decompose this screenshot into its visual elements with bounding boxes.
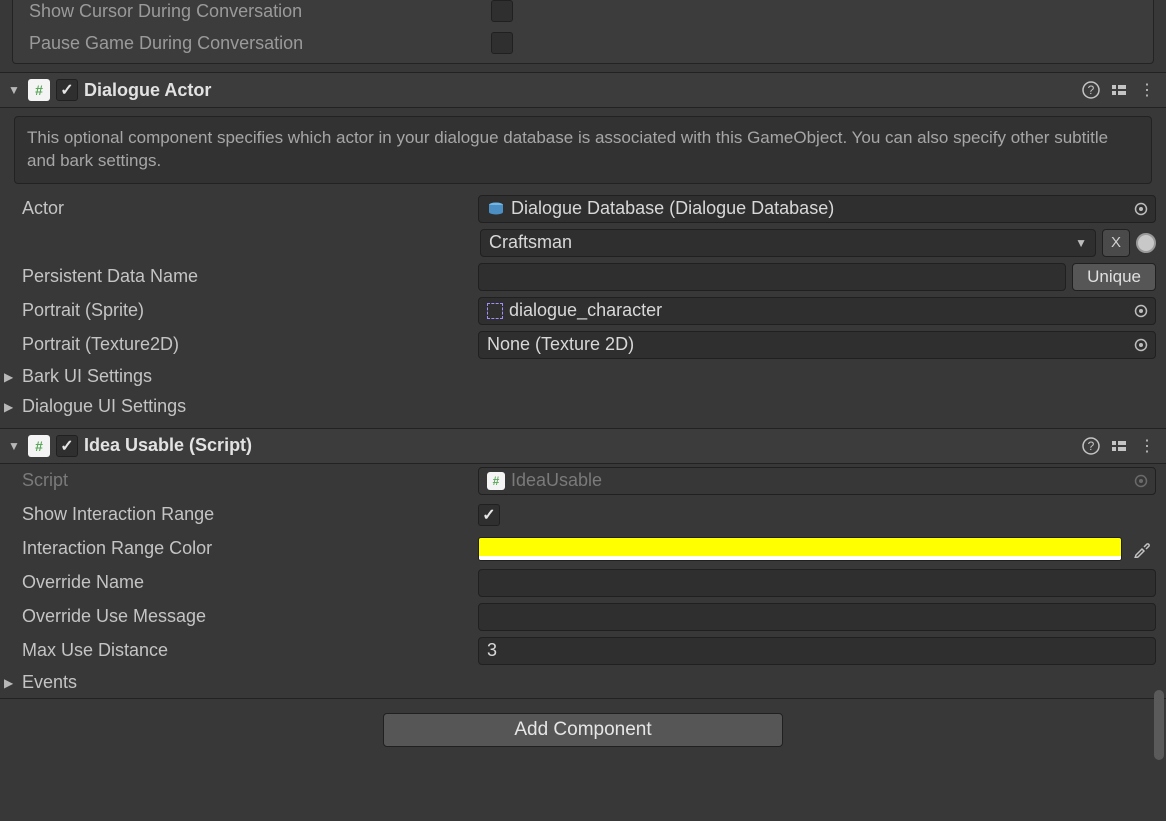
chevron-down-icon: ▼: [1075, 236, 1087, 250]
menu-icon[interactable]: ⋮: [1136, 435, 1158, 457]
dialogue-ui-foldout[interactable]: ▶ Dialogue UI Settings: [0, 392, 1166, 422]
dialogue-actor-title: Dialogue Actor: [84, 80, 1074, 101]
events-foldout[interactable]: ▶ Events: [0, 668, 1166, 698]
actor-dropdown-row: Craftsman ▼ X: [0, 226, 1166, 260]
persistent-input[interactable]: [478, 263, 1066, 291]
foldout-toggle[interactable]: ▼: [8, 439, 22, 453]
show-cursor-checkbox[interactable]: [491, 0, 513, 22]
persistent-input-field[interactable]: [487, 266, 1057, 287]
events-label: Events: [22, 672, 77, 693]
override-name-row: Override Name: [0, 566, 1166, 600]
foldout-toggle[interactable]: ▼: [8, 83, 22, 97]
dialogue-ui-label: Dialogue UI Settings: [22, 396, 186, 417]
actor-database-field[interactable]: Dialogue Database (Dialogue Database): [478, 195, 1156, 223]
actor-row: Actor Dialogue Database (Dialogue Databa…: [0, 192, 1166, 226]
max-use-input[interactable]: [478, 637, 1156, 665]
range-color-label: Interaction Range Color: [10, 538, 478, 559]
persistent-label: Persistent Data Name: [10, 266, 478, 287]
dialogue-actor-header[interactable]: ▼ # Dialogue Actor ? ⋮: [0, 72, 1166, 108]
dialogue-actor-help: This optional component specifies which …: [14, 116, 1152, 184]
add-component-button[interactable]: Add Component: [383, 713, 783, 747]
script-label: Script: [10, 470, 478, 491]
idea-usable-header[interactable]: ▼ # Idea Usable (Script) ? ⋮: [0, 428, 1166, 464]
pause-game-label: Pause Game During Conversation: [21, 33, 491, 54]
svg-text:?: ?: [1088, 83, 1095, 97]
add-component-bar: Add Component: [0, 698, 1166, 767]
max-use-field[interactable]: [487, 640, 1147, 661]
actor-radio-toggle[interactable]: [1136, 233, 1156, 253]
show-range-label: Show Interaction Range: [10, 504, 478, 525]
portrait-texture-field[interactable]: None (Texture 2D): [478, 331, 1156, 359]
max-use-label: Max Use Distance: [10, 640, 478, 661]
idea-usable-title: Idea Usable (Script): [84, 435, 1074, 456]
color-alpha-bar: [479, 556, 1121, 560]
script-icon: #: [28, 435, 50, 457]
actor-label: Actor: [10, 198, 478, 219]
dialogue-actor-enable-checkbox[interactable]: [56, 79, 78, 101]
pause-game-row: Pause Game During Conversation: [13, 27, 1153, 59]
pause-game-checkbox[interactable]: [491, 32, 513, 54]
database-icon: [487, 202, 505, 216]
help-icon[interactable]: ?: [1080, 79, 1102, 101]
show-range-checkbox[interactable]: [478, 504, 500, 526]
sprite-icon: [487, 303, 503, 319]
menu-icon[interactable]: ⋮: [1136, 79, 1158, 101]
chevron-right-icon: ▶: [4, 676, 18, 690]
chevron-right-icon: ▶: [4, 370, 18, 384]
portrait-sprite-field[interactable]: dialogue_character: [478, 297, 1156, 325]
portrait-texture-row: Portrait (Texture2D) None (Texture 2D): [0, 328, 1166, 362]
chevron-right-icon: ▶: [4, 400, 18, 414]
svg-text:?: ?: [1088, 439, 1095, 453]
persistent-row: Persistent Data Name Unique: [0, 260, 1166, 294]
override-use-label: Override Use Message: [10, 606, 478, 627]
object-picker-icon: [1131, 471, 1151, 491]
object-picker-icon[interactable]: [1131, 335, 1151, 355]
override-use-row: Override Use Message: [0, 600, 1166, 634]
range-color-field[interactable]: [478, 537, 1122, 561]
vertical-scrollbar[interactable]: [1154, 690, 1164, 760]
show-range-row: Show Interaction Range: [0, 498, 1166, 532]
preset-icon[interactable]: [1108, 79, 1130, 101]
script-value: IdeaUsable: [511, 470, 602, 491]
help-icon[interactable]: ?: [1080, 435, 1102, 457]
portrait-sprite-value: dialogue_character: [509, 300, 662, 321]
portrait-texture-value: None (Texture 2D): [487, 334, 634, 355]
script-row: Script # IdeaUsable: [0, 464, 1166, 498]
object-picker-icon[interactable]: [1131, 199, 1151, 219]
portrait-sprite-row: Portrait (Sprite) dialogue_character: [0, 294, 1166, 328]
bark-ui-foldout[interactable]: ▶ Bark UI Settings: [0, 362, 1166, 392]
preset-icon[interactable]: [1108, 435, 1130, 457]
script-icon: #: [28, 79, 50, 101]
eyedropper-icon[interactable]: [1128, 535, 1156, 563]
top-settings-panel: Show Cursor During Conversation Pause Ga…: [12, 0, 1154, 64]
portrait-texture-label: Portrait (Texture2D): [10, 334, 478, 355]
override-name-input[interactable]: [478, 569, 1156, 597]
actor-dropdown-value: Craftsman: [489, 232, 572, 253]
override-use-input[interactable]: [478, 603, 1156, 631]
object-picker-icon[interactable]: [1131, 301, 1151, 321]
actor-x-button[interactable]: X: [1102, 229, 1130, 257]
override-name-field[interactable]: [487, 572, 1147, 593]
show-cursor-label: Show Cursor During Conversation: [21, 1, 491, 22]
actor-database-value: Dialogue Database (Dialogue Database): [511, 198, 834, 219]
unique-button[interactable]: Unique: [1072, 263, 1156, 291]
actor-dropdown[interactable]: Craftsman ▼: [480, 229, 1096, 257]
max-use-row: Max Use Distance: [0, 634, 1166, 668]
show-cursor-row: Show Cursor During Conversation: [13, 0, 1153, 27]
script-icon: #: [487, 472, 505, 490]
override-name-label: Override Name: [10, 572, 478, 593]
idea-usable-enable-checkbox[interactable]: [56, 435, 78, 457]
override-use-field[interactable]: [487, 606, 1147, 627]
range-color-row: Interaction Range Color: [0, 532, 1166, 566]
bark-ui-label: Bark UI Settings: [22, 366, 152, 387]
portrait-sprite-label: Portrait (Sprite): [10, 300, 478, 321]
script-field: # IdeaUsable: [478, 467, 1156, 495]
